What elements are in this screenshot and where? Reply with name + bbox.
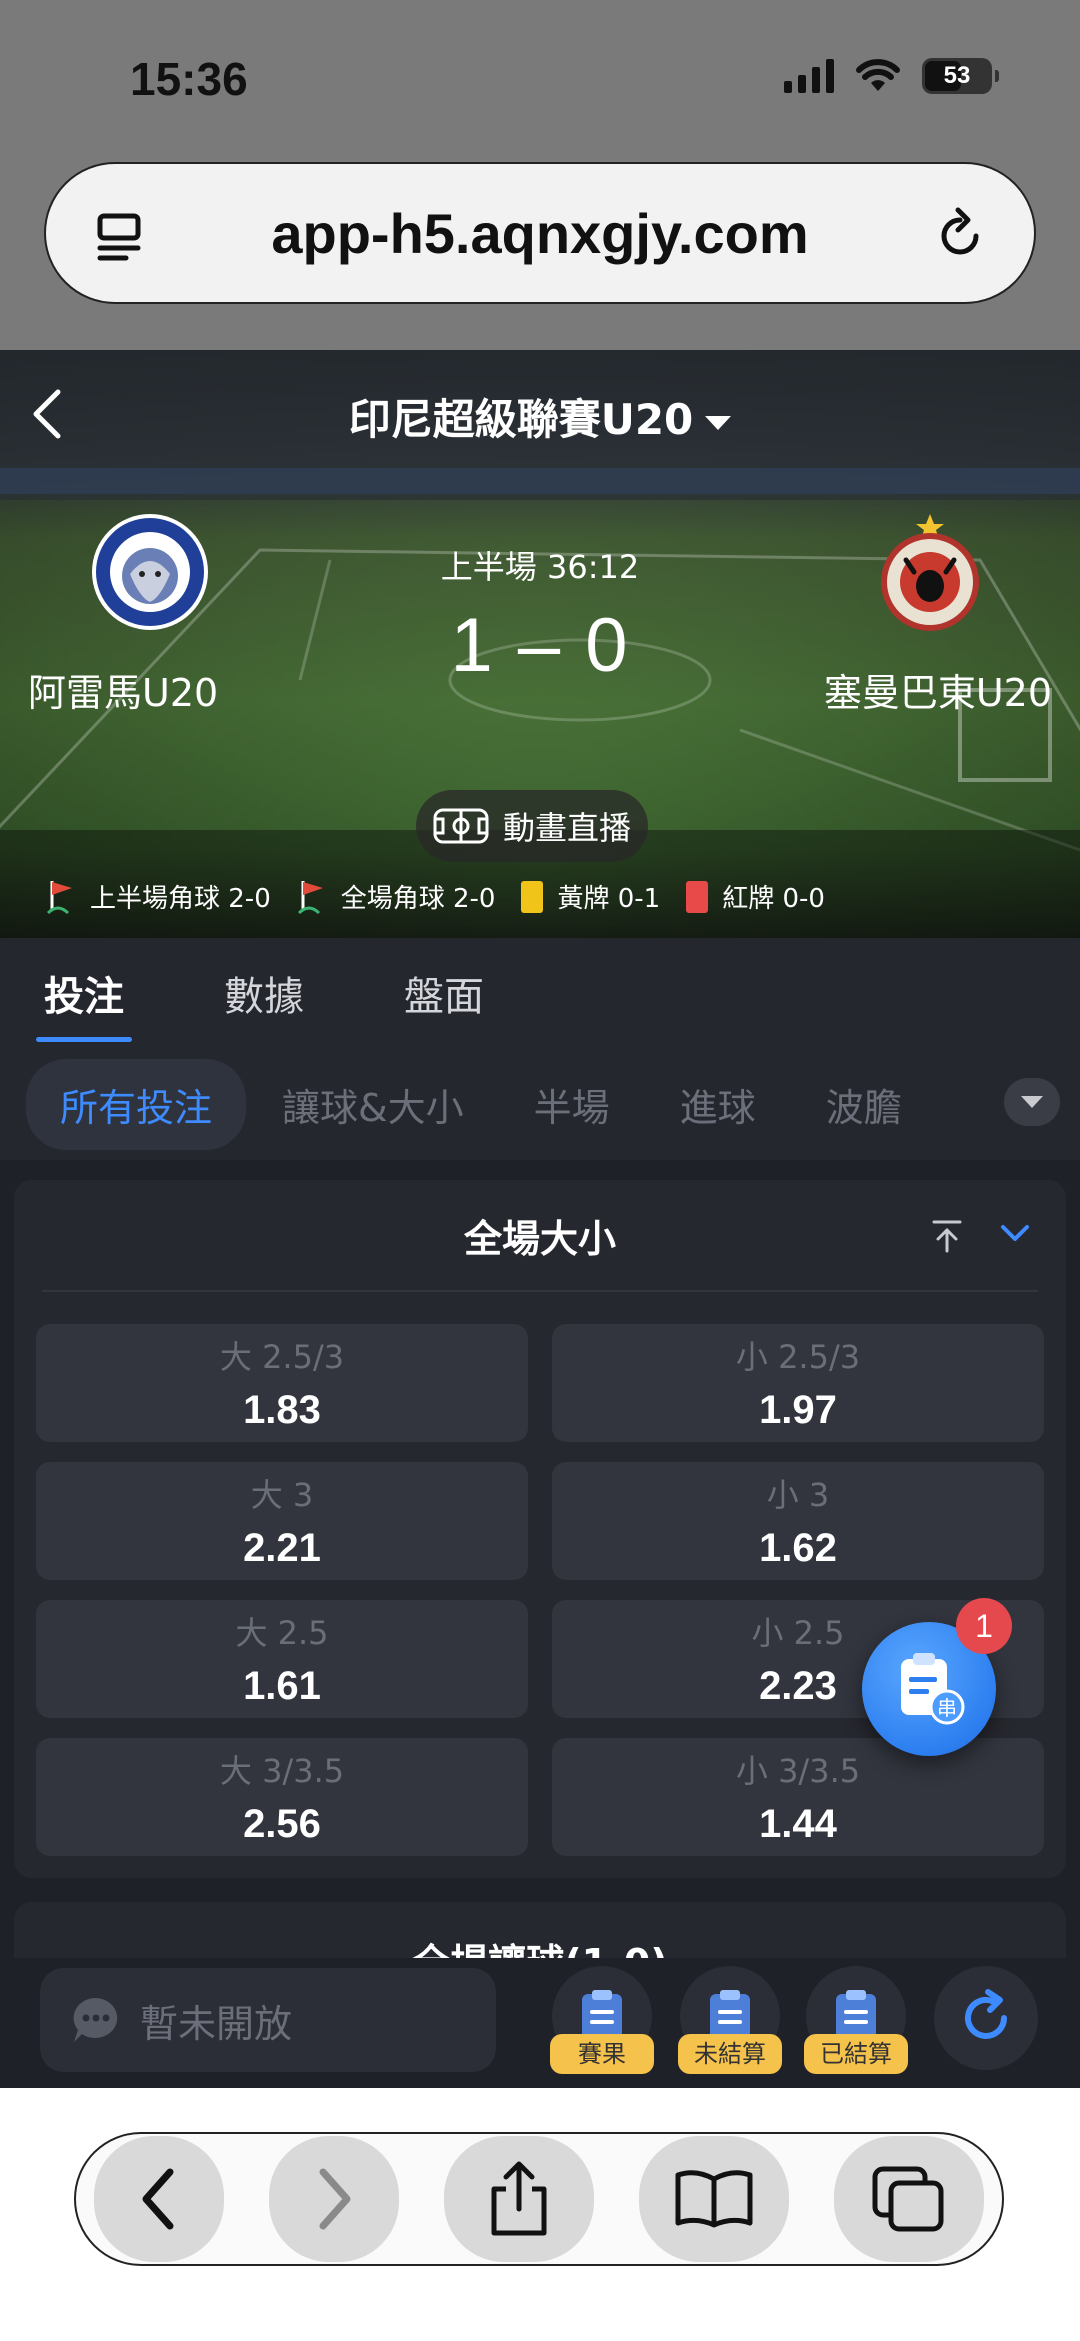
chat-bubble-icon (73, 1997, 118, 2042)
first-half-corners-stat: 上半場角球 2-0 (46, 878, 271, 915)
odd-button[interactable]: 大 2.5 1.61 (36, 1600, 528, 1718)
red-card-icon (686, 880, 709, 913)
bookmarks-button[interactable] (639, 2136, 789, 2262)
red-cards-stat: 紅牌 0-0 (686, 878, 825, 915)
yellow-cards-text: 黃牌 0-1 (557, 884, 661, 914)
tab-correct-score[interactable]: 波膽 (826, 1077, 902, 1132)
live-animation-label: 動畫直播 (502, 809, 631, 847)
odd-value: 1.97 (759, 1388, 837, 1432)
bottom-action-bar: 暫未開放 賽果 未結算 已結算 (0, 1958, 1080, 2088)
corner-flag-icon (297, 880, 323, 914)
safari-bottom-bar (0, 2088, 1080, 2341)
chat-input[interactable]: 暫未開放 (40, 1968, 496, 2072)
odd-value: 1.44 (759, 1802, 837, 1846)
main-tabs: 投注 數據 盤面 (0, 938, 1080, 1048)
refresh-icon (965, 1989, 1007, 2039)
settled-label: 已結算 (804, 2034, 908, 2074)
full-corners-stat: 全場角球 2-0 (297, 878, 496, 915)
odd-value: 1.83 (243, 1388, 321, 1432)
book-icon (675, 2170, 753, 2228)
odd-label: 大 2.5 (235, 1614, 329, 1652)
results-button[interactable]: 賽果 (550, 1966, 654, 2074)
battery-icon: 53 (922, 58, 999, 94)
odd-label: 小 3/3.5 (735, 1752, 861, 1790)
market-over-under: 全場大小 大 2.5/3 1.83 小 2.5/3 1.97 大 3 2.21 小 3… (14, 1180, 1066, 1878)
pin-to-top-icon[interactable] (930, 1218, 964, 1254)
reload-icon[interactable] (930, 206, 990, 266)
share-icon (491, 2161, 547, 2236)
tab-board[interactable]: 盤面 (404, 964, 484, 1022)
odd-label: 大 3/3.5 (219, 1752, 345, 1790)
chevron-down-icon[interactable] (998, 1222, 1032, 1246)
cellular-signal-icon (784, 59, 834, 93)
yellow-card-icon (521, 880, 544, 913)
tab-half-time[interactable]: 半場 (534, 1077, 610, 1132)
match-score: 1 – 0 (450, 603, 630, 688)
tab-bets[interactable]: 投注 (36, 964, 132, 1042)
odd-label: 小 2.5/3 (735, 1338, 861, 1376)
market-title: 全場大小 (463, 1216, 616, 1261)
red-cards-text: 紅牌 0-0 (722, 884, 825, 914)
pitch-icon (433, 808, 489, 844)
reader-mode-icon[interactable] (90, 206, 150, 266)
odd-button[interactable]: 小 2.5/3 1.97 (552, 1324, 1044, 1442)
tab-handicap-over-under[interactable]: 讓球&大小 (282, 1077, 464, 1132)
odd-label: 大 3 (250, 1476, 314, 1514)
browser-top-chrome: 15:36 53 app-h5.aqnxgjy.com (0, 0, 1080, 350)
market-header[interactable]: 全場大小 (42, 1180, 1038, 1292)
battery-level: 53 (943, 62, 971, 89)
live-animation-button[interactable]: 動畫直播 (416, 790, 648, 862)
odd-label: 小 3 (766, 1476, 830, 1514)
results-label: 賽果 (550, 2034, 654, 2074)
settled-button[interactable]: 已結算 (804, 1966, 908, 2074)
bet-category-tabs: 所有投注 讓球&大小 半場 進球 波膽 (0, 1048, 1080, 1160)
full-corners-text: 全場角球 2-0 (340, 884, 496, 914)
tabs-button[interactable] (834, 2136, 984, 2262)
odd-button[interactable]: 大 3/3.5 2.56 (36, 1738, 528, 1856)
refresh-button[interactable] (934, 1966, 1038, 2070)
tab-goals[interactable]: 進球 (680, 1077, 756, 1132)
address-bar[interactable]: app-h5.aqnxgjy.com (44, 162, 1036, 304)
share-button[interactable] (444, 2136, 594, 2262)
league-selector[interactable]: 印尼超級聯賽U20 (0, 386, 1080, 447)
tab-all-bets[interactable]: 所有投注 (26, 1058, 247, 1150)
safari-toolbar (74, 2132, 1004, 2266)
corner-flag-icon (46, 880, 72, 914)
odd-button[interactable]: 小 3/3.5 1.44 (552, 1738, 1044, 1856)
chevron-right-icon (319, 2168, 351, 2230)
tab-data[interactable]: 數據 (224, 964, 304, 1022)
caret-down-icon (705, 415, 732, 430)
odd-value: 2.56 (243, 1802, 321, 1846)
yellow-cards-stat: 黃牌 0-1 (521, 878, 660, 915)
league-name: 印尼超級聯賽U20 (348, 395, 694, 444)
odd-button[interactable]: 小 3 1.62 (552, 1462, 1044, 1580)
browser-forward-button[interactable] (269, 2136, 399, 2262)
more-categories-button[interactable] (1004, 1078, 1060, 1126)
chevron-left-icon (142, 2168, 174, 2230)
bet-slip-icon: 串 (901, 1653, 965, 1725)
odds-grid: 大 2.5/3 1.83 小 2.5/3 1.97 大 3 2.21 小 3 1.62 … (36, 1324, 1044, 1856)
unsettled-button[interactable]: 未結算 (678, 1966, 782, 2074)
odd-button[interactable]: 大 2.5/3 1.83 (36, 1324, 528, 1442)
match-period-clock: 上半場 36:12 (440, 548, 640, 586)
odd-button[interactable]: 大 3 2.21 (36, 1462, 528, 1580)
tabs-icon (872, 2166, 944, 2232)
url-text[interactable]: app-h5.aqnxgjy.com (46, 201, 1034, 266)
wifi-icon (856, 59, 900, 91)
status-icons: 53 (784, 58, 999, 94)
odd-value: 1.62 (759, 1526, 837, 1570)
unsettled-label: 未結算 (678, 2034, 782, 2074)
odd-value: 2.21 (243, 1526, 321, 1570)
caret-down-icon (1021, 1096, 1043, 1108)
svg-text:串: 串 (937, 1696, 957, 1720)
chat-placeholder: 暫未開放 (140, 2001, 293, 2046)
match-stats: 上半場角球 2-0 全場角球 2-0 黃牌 0-1 紅牌 0-0 (0, 878, 1080, 915)
bet-slip-count-badge: 1 (956, 1598, 1012, 1654)
browser-back-button[interactable] (94, 2136, 224, 2262)
status-time: 15:36 (130, 53, 248, 105)
odd-label: 大 2.5/3 (219, 1338, 345, 1376)
first-half-corners-text: 上半場角球 2-0 (90, 884, 271, 914)
match-header: 印尼超級聯賽U20 阿雷馬U20 塞曼巴東U20 上半場 36:12 1 – 0 (0, 350, 1080, 938)
odd-value: 1.61 (243, 1664, 321, 1708)
